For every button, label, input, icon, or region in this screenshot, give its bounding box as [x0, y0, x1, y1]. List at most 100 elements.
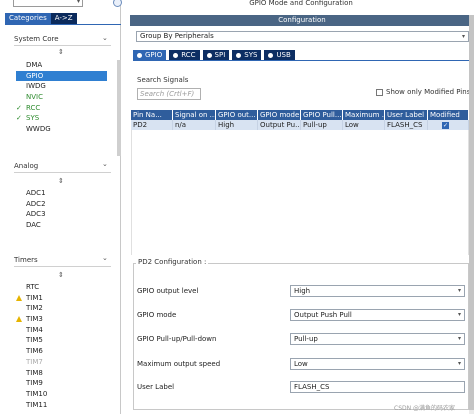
- column-header[interactable]: GPIO Pull...: [301, 110, 343, 120]
- chevron-down-icon[interactable]: ▾: [77, 0, 80, 5]
- ip-search-combo[interactable]: ▾: [13, 0, 83, 7]
- list-item[interactable]: TIM11: [16, 400, 47, 411]
- table-cell: PD2: [131, 120, 173, 130]
- config-tabs: GPIO RCC SPI SYS USB: [133, 50, 295, 60]
- watermark: CSDN @满鱼的码农家: [394, 405, 456, 412]
- tab-sys[interactable]: SYS: [232, 50, 262, 60]
- radio-icon: [137, 52, 142, 58]
- list-item[interactable]: TIM3: [16, 314, 47, 325]
- column-header[interactable]: Maximum ...: [343, 110, 385, 120]
- chevron-down-icon[interactable]: ⌄: [102, 34, 108, 42]
- list-item[interactable]: NVIC: [16, 92, 107, 103]
- gpio-mode-select[interactable]: Output Push Pull ▾: [290, 309, 465, 321]
- list-item[interactable]: GPIO: [16, 70, 107, 82]
- show-modified-checkbox[interactable]: Show only Modified Pins: [376, 88, 470, 96]
- list-item[interactable]: TIM7: [16, 357, 47, 368]
- chevron-down-icon[interactable]: ⌄: [102, 160, 108, 168]
- table-frame: [131, 110, 469, 255]
- panel-title: GPIO Mode and Configuration: [249, 0, 353, 7]
- pin-config-title: PD2 Configuration :: [136, 258, 209, 266]
- left-scrollbar[interactable]: [117, 60, 121, 156]
- chevron-down-icon: ▾: [457, 311, 461, 318]
- column-header[interactable]: GPIO mode: [258, 110, 301, 120]
- config-row-speed: Maximum output speed Low ▾: [137, 358, 467, 370]
- tab-spi[interactable]: SPI: [202, 50, 230, 60]
- table-cell: High: [216, 120, 258, 130]
- search-signals-input[interactable]: Search (Crtl+F): [137, 88, 201, 100]
- scrollbar-thumb[interactable]: [469, 15, 474, 410]
- column-header[interactable]: User Label: [385, 110, 428, 120]
- main-scrollbar[interactable]: [469, 15, 474, 414]
- group-by-select[interactable]: Group By Peripherals ▾: [136, 31, 469, 42]
- field-label: GPIO Pull-up/Pull-down: [137, 335, 217, 343]
- list-item[interactable]: DAC: [16, 220, 46, 231]
- field-label: GPIO output level: [137, 287, 199, 295]
- column-header[interactable]: Signal on ...: [173, 110, 216, 120]
- checkbox-icon[interactable]: [376, 88, 383, 96]
- list-item[interactable]: TIM9: [16, 378, 47, 389]
- warning-icon: [16, 316, 22, 323]
- list-item[interactable]: TIM2: [16, 303, 47, 314]
- list-item[interactable]: ✓ SYS: [16, 113, 107, 124]
- sort-icon[interactable]: ⇕: [58, 177, 64, 185]
- output-level-select[interactable]: High ▾: [290, 285, 465, 297]
- list-item[interactable]: TIM6: [16, 346, 47, 357]
- show-modified-label: Show only Modified Pins: [386, 88, 471, 96]
- analog-list: ADC1 ADC2 ADC3 DAC: [16, 188, 46, 231]
- table-cell: n/a: [173, 120, 216, 130]
- section-divider: [14, 266, 111, 267]
- chevron-down-icon: ▾: [461, 33, 465, 40]
- timers-list: RTC TIM1 TIM2 TIM3 TIM4 TIM5 TIM6 TIM7 T…: [16, 282, 47, 410]
- warning-icon: [16, 294, 22, 301]
- table-cell: Output Pu...: [260, 120, 301, 130]
- list-item[interactable]: ✓ RCC: [16, 103, 107, 114]
- list-item[interactable]: DMA: [16, 60, 107, 71]
- tab-a-z[interactable]: A->Z: [50, 13, 77, 24]
- tab-rcc[interactable]: RCC: [169, 50, 200, 60]
- field-label: User Label: [137, 383, 175, 391]
- radio-icon: [268, 52, 274, 58]
- list-item[interactable]: TIM4: [16, 325, 47, 336]
- table-row[interactable]: PD2 n/a High Output Pu... Pull-up Low FL…: [131, 120, 469, 130]
- list-item[interactable]: TIM10: [16, 389, 47, 400]
- modified-checkbox-icon[interactable]: ✓: [442, 122, 449, 129]
- table-cell: ✓: [428, 120, 469, 130]
- section-divider: [14, 45, 111, 46]
- chevron-down-icon: ▾: [457, 335, 461, 342]
- list-item[interactable]: TIM8: [16, 368, 47, 379]
- list-item[interactable]: TIM5: [16, 335, 47, 346]
- gear-icon[interactable]: [113, 0, 122, 7]
- list-item[interactable]: RTC: [16, 282, 47, 293]
- tab-usb[interactable]: USB: [264, 50, 295, 60]
- config-row-user-label: User Label FLASH_CS: [137, 381, 467, 393]
- list-item[interactable]: IWDG: [16, 81, 107, 92]
- radio-icon: [206, 52, 212, 58]
- sort-icon[interactable]: ⇕: [58, 271, 64, 279]
- column-header[interactable]: Modified: [428, 110, 469, 120]
- chevron-down-icon: ▾: [457, 360, 461, 367]
- config-row-gpio-mode: GPIO mode Output Push Pull ▾: [137, 309, 467, 321]
- list-item[interactable]: ADC3: [16, 209, 46, 220]
- list-item[interactable]: ADC2: [16, 199, 46, 210]
- section-title-timers[interactable]: Timers: [14, 256, 38, 264]
- list-item[interactable]: WWDG: [16, 124, 107, 135]
- column-header[interactable]: GPIO out...: [216, 110, 258, 120]
- chevron-down-icon[interactable]: ⌄: [102, 254, 108, 262]
- tab-gpio[interactable]: GPIO: [133, 50, 167, 60]
- pull-select[interactable]: Pull-up ▾: [290, 333, 465, 345]
- column-header[interactable]: Pin Na...: [131, 110, 173, 120]
- table-header: Pin Na... Signal on ... GPIO out... GPIO…: [131, 110, 469, 120]
- section-title-system-core[interactable]: System Core: [14, 35, 59, 43]
- list-item[interactable]: ADC1: [16, 188, 46, 199]
- list-item[interactable]: TIM1: [16, 293, 47, 304]
- section-title-analog[interactable]: Analog: [14, 162, 38, 170]
- sort-icon[interactable]: ⇕: [58, 48, 64, 56]
- field-label: Maximum output speed: [137, 360, 221, 368]
- category-tabs: Categories A->Z: [5, 13, 77, 24]
- user-label-input[interactable]: FLASH_CS: [290, 381, 465, 393]
- speed-select[interactable]: Low ▾: [290, 358, 465, 370]
- tab-categories[interactable]: Categories: [5, 13, 51, 24]
- table-cell: Low: [343, 120, 385, 130]
- system-core-list: DMA GPIO IWDG NVIC ✓ RCC ✓ SYS WWDG: [16, 60, 107, 135]
- section-divider: [14, 172, 111, 173]
